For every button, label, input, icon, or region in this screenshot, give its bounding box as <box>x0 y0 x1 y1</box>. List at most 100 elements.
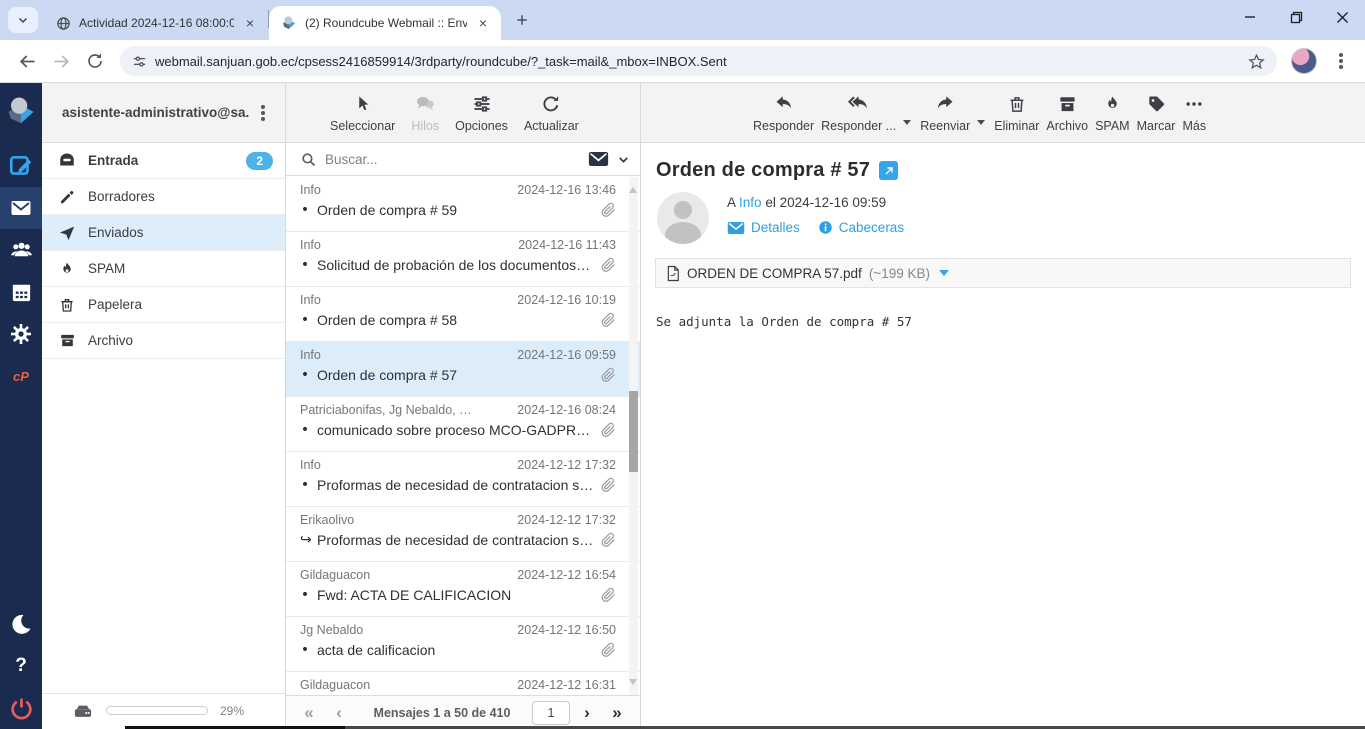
globe-icon <box>56 16 71 31</box>
trash-icon <box>1008 93 1026 115</box>
sliders-icon <box>472 93 492 115</box>
message-sender: Info <box>300 348 511 362</box>
reply-icon <box>772 93 796 115</box>
back-button[interactable] <box>10 44 44 78</box>
list-toolbar: Seleccionar Hilos Opciones Actualizar <box>286 83 640 143</box>
attachment-paperclip-icon <box>601 312 616 328</box>
attachment-dropdown-caret[interactable] <box>939 270 949 276</box>
info-icon <box>818 220 833 235</box>
open-in-new-window-icon[interactable] <box>879 161 898 180</box>
folder-archive[interactable]: Archivo <box>42 323 285 359</box>
attachment-name[interactable]: ORDEN DE COMPRA 57.pdf <box>687 266 862 281</box>
message-header: A Info el 2024-12-16 09:59 Detalles Cabe… <box>641 182 1365 244</box>
new-tab-button[interactable] <box>509 7 535 33</box>
reload-button[interactable] <box>78 44 112 78</box>
message-row[interactable]: Gildaguacon 2024-12-12 16:31 <box>286 672 640 695</box>
attachment-paperclip-icon <box>601 477 616 493</box>
spam-button[interactable]: SPAM <box>1095 93 1130 133</box>
scrollbar-thumb[interactable] <box>629 391 638 472</box>
folder-drafts[interactable]: Borradores <box>42 179 285 215</box>
headers-link[interactable]: Cabeceras <box>818 220 904 235</box>
folder-spam[interactable]: SPAM <box>42 251 285 287</box>
rail-settings-button[interactable] <box>0 313 42 355</box>
more-button[interactable]: Más <box>1182 93 1206 133</box>
pencil-icon <box>58 188 76 205</box>
message-row[interactable]: Gildaguacon 2024-12-12 16:54 • Fwd: ACTA… <box>286 562 640 617</box>
forward-button[interactable] <box>44 44 78 78</box>
storage-disk-icon <box>72 702 94 720</box>
message-row[interactable]: Info 2024-12-16 13:46 • Orden de compra … <box>286 177 640 232</box>
forward-dropdown-caret[interactable] <box>977 120 985 125</box>
compose-button[interactable] <box>0 145 42 187</box>
url-text[interactable]: webmail.sanjuan.gob.ec/cpsess2416859914/… <box>155 54 1240 69</box>
folder-inbox[interactable]: Entrada 2 <box>42 143 285 179</box>
tab-roundcube[interactable]: (2) Roundcube Webmail :: Envia × <box>269 6 501 40</box>
search-options-chevron-icon[interactable] <box>617 153 630 166</box>
prev-page-button[interactable]: ‹ <box>326 703 352 723</box>
help-button[interactable]: ? <box>0 645 42 687</box>
rail-contacts-button[interactable] <box>0 229 42 271</box>
attachment-bar[interactable]: ORDEN DE COMPRA 57.pdf (~199 KB) <box>655 258 1351 288</box>
minimize-button[interactable] <box>1227 0 1273 34</box>
scroll-up-arrow[interactable] <box>629 187 637 193</box>
scroll-down-arrow[interactable] <box>629 679 637 685</box>
page-number-input[interactable] <box>532 701 570 725</box>
more-dots-icon <box>1183 93 1205 115</box>
options-button[interactable]: Opciones <box>455 93 508 133</box>
rail-mail-button[interactable] <box>0 187 42 229</box>
close-tab-icon[interactable]: × <box>475 14 491 32</box>
address-bar[interactable]: webmail.sanjuan.gob.ec/cpsess2416859914/… <box>120 46 1277 76</box>
close-tab-icon[interactable]: × <box>242 14 258 32</box>
reply-all-button[interactable]: Responder ... <box>821 93 896 133</box>
message-sender: Jg Nebaldo <box>300 623 511 637</box>
archive-button[interactable]: Archivo <box>1046 93 1088 133</box>
cursor-pointer-icon <box>354 93 372 115</box>
message-row[interactable]: Info 2024-12-16 11:43 • Solicitud de pro… <box>286 232 640 287</box>
message-row[interactable]: Info 2024-12-12 17:32 • Proformas de nec… <box>286 452 640 507</box>
details-link[interactable]: Detalles <box>727 220 800 235</box>
select-button[interactable]: Seleccionar <box>330 93 395 133</box>
mark-button[interactable]: Marcar <box>1137 93 1176 133</box>
restore-button[interactable] <box>1273 0 1319 34</box>
search-input[interactable] <box>325 152 580 167</box>
message-row[interactable]: Jg Nebaldo 2024-12-12 16:50 • acta de ca… <box>286 617 640 672</box>
tab-actividad[interactable]: Actividad 2024-12-16 08:00:00 × <box>44 6 268 40</box>
cpanel-logo[interactable]: cP <box>0 355 42 397</box>
tab-search-button[interactable] <box>8 7 38 33</box>
message-sender: Erikaolivo <box>300 513 511 527</box>
folder-trash[interactable]: Papelera <box>42 287 285 323</box>
reply-all-dropdown-caret[interactable] <box>903 120 911 125</box>
message-subject: acta de calificacion <box>317 642 594 658</box>
next-page-button[interactable]: › <box>574 703 600 723</box>
message-row[interactable]: Patriciabonifas, Jg Nebaldo, … 2024-12-1… <box>286 397 640 452</box>
folder-sent[interactable]: Enviados <box>42 215 285 251</box>
unread-marker-icon: ↪ <box>300 532 310 548</box>
message-row[interactable]: Info 2024-12-16 09:59 • Orden de compra … <box>286 342 640 397</box>
bookmark-star-icon[interactable] <box>1248 53 1265 70</box>
date-sent: el 2024-12-16 09:59 <box>765 195 886 210</box>
forward-button[interactable]: Reenviar <box>920 93 970 133</box>
logout-button[interactable] <box>0 687 42 729</box>
message-row[interactable]: Erikaolivo 2024-12-12 17:32 ↪ Proformas … <box>286 507 640 562</box>
site-settings-icon[interactable] <box>132 54 147 69</box>
rail-calendar-button[interactable] <box>0 271 42 313</box>
browser-menu-icon[interactable] <box>1339 59 1343 63</box>
browser-profile-avatar[interactable] <box>1291 48 1317 74</box>
message-row[interactable]: Info 2024-12-16 10:19 • Orden de compra … <box>286 287 640 342</box>
message-subject: Proformas de necesidad de contratacion s… <box>317 477 594 493</box>
unread-marker-icon: • <box>300 202 310 218</box>
threads-button[interactable]: Hilos <box>411 93 439 133</box>
recipient-link[interactable]: Info <box>739 195 762 210</box>
browser-toolbar: webmail.sanjuan.gob.ec/cpsess2416859914/… <box>0 40 1365 83</box>
delete-button[interactable]: Eliminar <box>994 93 1039 133</box>
close-window-button[interactable] <box>1319 0 1365 34</box>
refresh-button[interactable]: Actualizar <box>524 93 579 133</box>
pdf-file-icon <box>666 265 680 282</box>
chat-bubbles-icon <box>414 93 436 115</box>
search-scope-mail-icon[interactable] <box>588 151 609 167</box>
account-menu-icon[interactable] <box>261 111 265 115</box>
first-page-button[interactable]: « <box>296 703 322 723</box>
reply-button[interactable]: Responder <box>753 93 814 133</box>
last-page-button[interactable]: » <box>604 703 630 723</box>
dark-mode-button[interactable] <box>0 603 42 645</box>
